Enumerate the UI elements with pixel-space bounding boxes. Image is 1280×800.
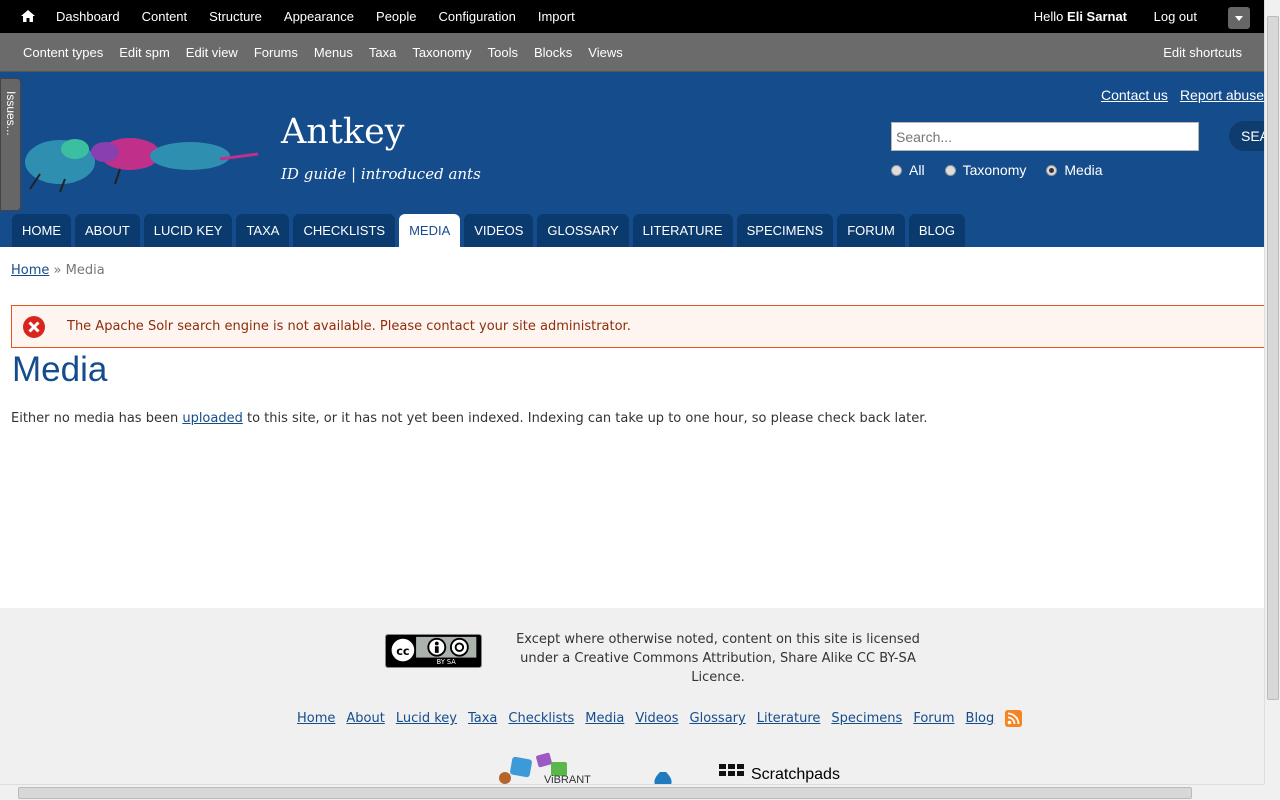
breadcrumb: Home » Media [11,263,105,278]
username[interactable]: Eli Sarnat [1067,9,1127,24]
search-option-label: All [909,162,925,178]
breadcrumb-current: Media [65,263,105,278]
admin-menu-people[interactable]: People [365,0,427,34]
site-header: Antkey ID guide | introduced ants Contac… [0,72,1264,247]
shortcut-edit-view[interactable]: Edit view [178,33,246,72]
uploaded-link[interactable]: uploaded [182,411,243,426]
vertical-scrollbar[interactable] [1264,0,1280,784]
footer-link-home[interactable]: Home [297,711,335,726]
edit-shortcuts-link[interactable]: Edit shortcuts [1155,33,1250,72]
shortcut-taxa[interactable]: Taxa [361,33,404,72]
home-icon[interactable] [20,8,36,24]
error-message: The Apache Solr search engine is not ava… [11,305,1271,348]
shortcut-tools[interactable]: Tools [480,33,526,72]
footer-link-about[interactable]: About [346,711,384,726]
shortcut-edit-spm[interactable]: Edit spm [111,33,178,72]
tab-literature[interactable]: LITERATURE [632,214,733,247]
shortcut-forums[interactable]: Forums [246,33,306,72]
license-text: Except where otherwise noted, content on… [516,632,920,685]
scrollbar-corner [1264,784,1280,800]
admin-menu-content[interactable]: Content [131,0,199,34]
svg-text:cc: cc [396,645,409,658]
search-option-label: Taxonomy [962,162,1027,178]
search-scope-options: All Taxonomy Media [891,162,1123,178]
tab-taxa[interactable]: TAXA [236,214,290,247]
footer-link-checklists[interactable]: Checklists [508,711,574,726]
shortcut-menus[interactable]: Menus [306,33,361,72]
cc-badge-label: BY SA [437,658,457,666]
rss-icon[interactable] [1005,710,1023,727]
admin-menu-configuration[interactable]: Configuration [428,0,527,34]
footer-link-lucid-key[interactable]: Lucid key [396,711,457,726]
shortcut-content-types[interactable]: Content types [15,33,111,72]
error-icon [23,316,45,338]
tab-home[interactable]: HOME [12,214,71,247]
tab-specimens[interactable]: SPECIMENS [736,214,834,247]
footer-link-videos[interactable]: Videos [635,711,678,726]
radio-taxonomy[interactable] [944,164,956,176]
admin-menu-dashboard[interactable]: Dashboard [45,0,131,34]
site-logo-ant-illustration[interactable] [20,114,260,194]
site-slogan: ID guide | introduced ants [281,165,481,183]
admin-menu-appearance[interactable]: Appearance [273,0,365,34]
tab-media[interactable]: MEDIA [399,214,461,247]
logout-link[interactable]: Log out [1154,0,1197,34]
search-option-media[interactable]: Media [1046,162,1103,178]
footer-link-media[interactable]: Media [585,711,624,726]
tab-videos[interactable]: VIDEOS [464,214,534,247]
footer-link-forum[interactable]: Forum [913,711,954,726]
media-empty-message: Either no media has been uploaded to thi… [11,411,928,426]
shortcut-views[interactable]: Views [580,33,630,72]
footer-link-blog[interactable]: Blog [966,711,995,726]
creative-commons-badge-icon[interactable]: cc BY SA [385,634,482,668]
tab-forum[interactable]: FORUM [837,214,905,247]
shortcut-taxonomy[interactable]: Taxonomy [404,33,479,72]
footer-link-glossary[interactable]: Glossary [690,711,746,726]
horizontal-scrollbar[interactable] [0,784,1264,800]
shortcuts-toggle-button[interactable] [1228,7,1250,29]
error-text: The Apache Solr search engine is not ava… [67,319,631,334]
search-option-label: Media [1064,162,1103,178]
site-footer: cc BY SA Except where otherwise noted, c… [0,608,1264,785]
shortcuts-bar: Content types Edit spm Edit view Forums … [0,33,1264,72]
search-input[interactable] [891,122,1199,151]
search-option-taxonomy[interactable]: Taxonomy [944,162,1027,178]
horizontal-scrollbar-thumb[interactable] [18,787,1192,799]
user-greeting: Hello Eli Sarnat [1034,0,1127,34]
breadcrumb-separator: » [49,263,66,278]
tab-about[interactable]: ABOUT [75,214,140,247]
hello-label: Hello [1033,9,1068,24]
search-option-all[interactable]: All [891,162,925,178]
contact-us-link[interactable]: Contact us [1101,87,1168,103]
footer-link-taxa[interactable]: Taxa [468,711,497,726]
shortcut-blocks[interactable]: Blocks [526,33,580,72]
footer-link-literature[interactable]: Literature [757,711,821,726]
site-name[interactable]: Antkey [281,112,405,152]
scratchpads-label: Scratchpads [751,766,840,783]
report-abuse-link[interactable]: Report abuse [1180,87,1264,103]
tab-lucid-key[interactable]: LUCID KEY [143,214,233,247]
tab-checklists[interactable]: CHECKLISTS [293,214,396,247]
tab-blog[interactable]: BLOG [908,214,965,247]
tab-glossary[interactable]: GLOSSARY [537,214,629,247]
body-text-after: to this site, or it has not yet been ind… [242,411,928,426]
breadcrumb-home[interactable]: Home [11,263,49,278]
header-links: Contact us Report abuse [1101,87,1264,103]
radio-all[interactable] [891,164,902,176]
footer-link-specimens[interactable]: Specimens [831,711,902,726]
scratchpads-logo-icon [719,764,744,776]
admin-menu-structure[interactable]: Structure [198,0,273,34]
admin-toolbar: Dashboard Content Structure Appearance P… [0,0,1264,33]
issues-tab-label: Issues... [4,91,18,136]
admin-menu-import[interactable]: Import [527,0,586,34]
page-title: Media [12,350,108,389]
radio-media[interactable] [1046,164,1058,176]
main-navigation-tabs: HOME ABOUT LUCID KEY TAXA CHECKLISTS MED… [12,214,965,247]
admin-menu: Dashboard Content Structure Appearance P… [45,0,586,34]
issues-side-tab[interactable]: Issues... [0,78,21,211]
body-text-before: Either no media has been [11,411,183,426]
footer-links: Home About Lucid key Taxa Checklists Med… [297,710,1023,727]
vertical-scrollbar-thumb[interactable] [1267,16,1279,700]
search-button[interactable]: SEA [1229,121,1264,151]
